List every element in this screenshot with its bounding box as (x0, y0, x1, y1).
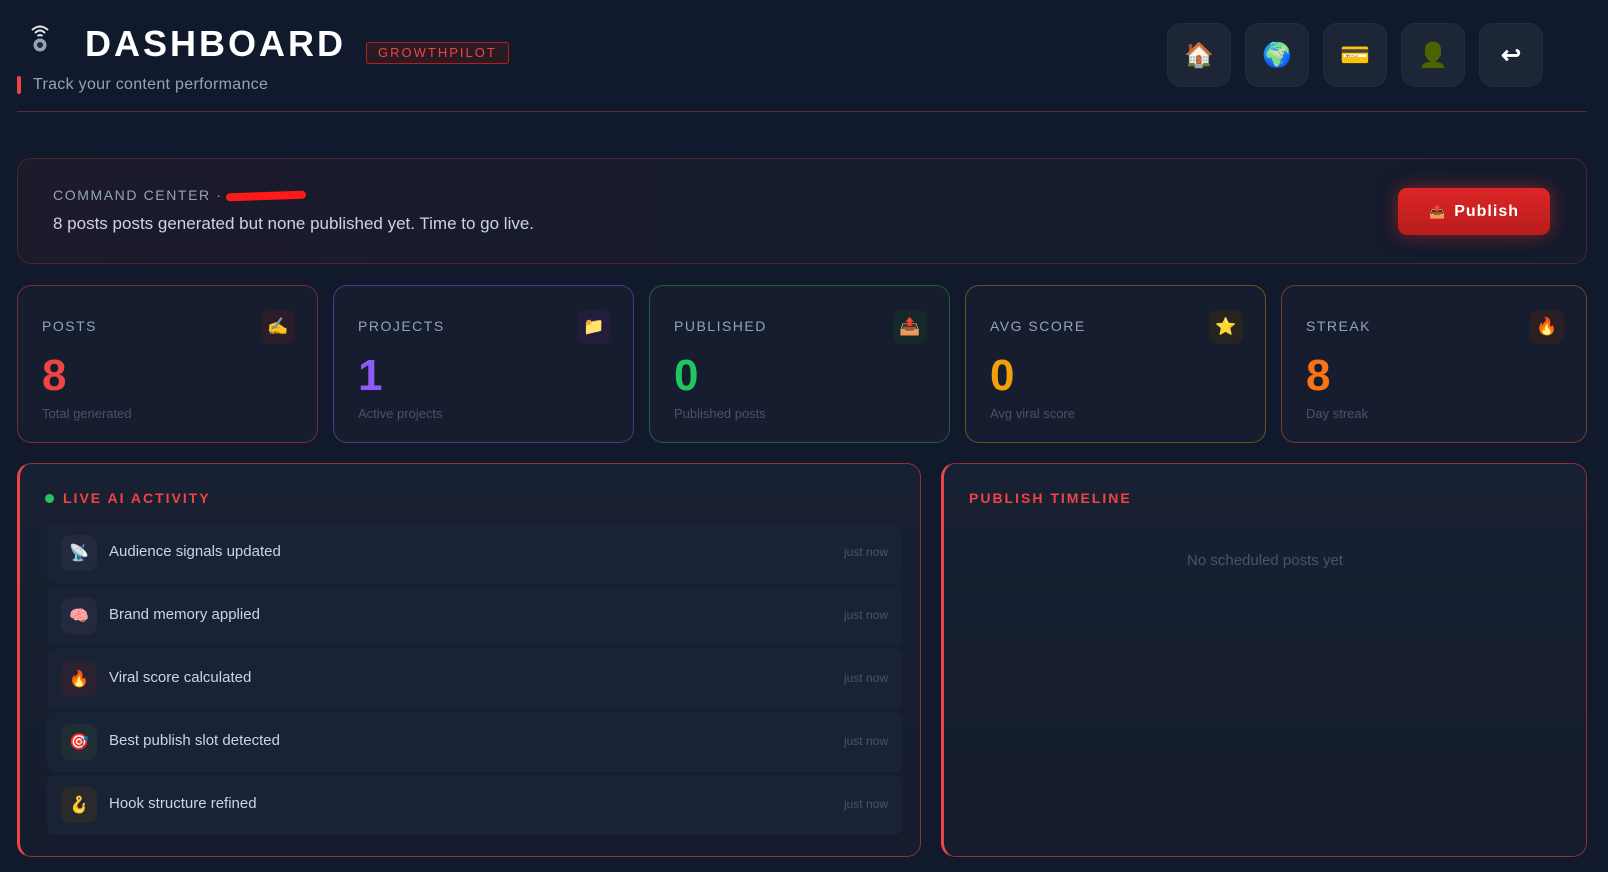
globe-button[interactable]: 🌍 (1245, 23, 1309, 87)
stat-value: 0 (674, 351, 699, 400)
activity-item: 🎯 Best publish slot detected just now (47, 712, 902, 772)
stat-caption: Active projects (358, 406, 443, 421)
stat-caption: Day streak (1306, 406, 1369, 421)
fire-icon: 🔥 (1530, 310, 1564, 344)
publish-button-label: Publish (1454, 202, 1519, 220)
command-center-label: COMMAND CENTER · (53, 187, 307, 203)
activity-item: 🪝 Hook structure refined just now (47, 775, 902, 835)
subtitle-accent-bar (17, 76, 21, 94)
target-icon: 🎯 (61, 724, 97, 760)
command-center-banner: COMMAND CENTER · 8 posts posts generated… (17, 158, 1587, 264)
stat-label: POSTS (42, 318, 97, 334)
page-header: DASHBOARD GROWTHPILOT Track your content… (17, 0, 1587, 112)
activity-item: 📡 Audience signals updated just now (47, 523, 902, 583)
folder-icon: 📁 (577, 310, 611, 344)
stat-value: 8 (42, 351, 67, 400)
stat-value: 0 (990, 351, 1015, 400)
activity-text: Viral score calculated (109, 669, 252, 686)
stat-caption: Total generated (42, 406, 132, 421)
stat-card-posts: POSTS ✍️ 8 Total generated (17, 285, 318, 443)
stat-caption: Avg viral score (990, 406, 1076, 421)
stat-card-published: PUBLISHED 📤 0 Published posts (649, 285, 950, 443)
stat-card-projects: PROJECTS 📁 1 Active projects (333, 285, 634, 443)
activity-time: just now (843, 671, 888, 685)
stat-value: 8 (1306, 351, 1331, 400)
activity-time: just now (843, 797, 888, 811)
fire-icon: 🔥 (61, 661, 97, 697)
stat-value: 1 (358, 351, 383, 400)
home-icon: 🏠 (1184, 41, 1214, 69)
live-ai-activity-panel: LIVE AI ACTIVITY 📡 Audience signals upda… (17, 463, 921, 857)
stat-caption: Published posts (674, 406, 766, 421)
live-indicator-dot (45, 494, 54, 503)
page-subtitle: Track your content performance (33, 76, 269, 93)
return-arrow-icon: ↩ (1500, 41, 1522, 69)
satellite-icon (27, 24, 53, 54)
stat-card-streak: STREAK 🔥 8 Day streak (1281, 285, 1587, 443)
publish-button[interactable]: 📤 Publish (1398, 188, 1550, 235)
outbox-icon: 📤 (1429, 203, 1447, 219)
page-title: DASHBOARD (85, 23, 346, 64)
logout-button[interactable]: ↩ (1479, 23, 1543, 87)
globe-icon: 🌍 (1262, 41, 1292, 69)
brand-badge: GROWTHPILOT (366, 42, 509, 64)
stat-label: STREAK (1306, 318, 1372, 334)
satellite-dish-icon: 📡 (61, 535, 97, 571)
outbox-icon: 📤 (893, 310, 927, 344)
writing-hand-icon: ✍️ (261, 310, 295, 344)
activity-time: just now (843, 608, 888, 622)
publish-timeline-panel: PUBLISH TIMELINE No scheduled posts yet (941, 463, 1587, 857)
activity-text: Brand memory applied (109, 606, 260, 623)
home-button[interactable]: 🏠 (1167, 23, 1231, 87)
stat-label: AVG SCORE (990, 318, 1086, 334)
user-icon: 👤 (1418, 41, 1448, 69)
activity-item: 🔥 Viral score calculated just now (47, 649, 902, 709)
credit-card-icon: 💳 (1340, 41, 1370, 69)
command-center-message: 8 posts posts generated but none publish… (53, 214, 535, 233)
brain-icon: 🧠 (61, 598, 97, 634)
activity-time: just now (843, 734, 888, 748)
profile-button[interactable]: 👤 (1401, 23, 1465, 87)
empty-state-message: No scheduled posts yet (1187, 552, 1343, 569)
command-center-label-text: COMMAND CENTER · (53, 187, 223, 203)
hook-icon: 🪝 (61, 787, 97, 823)
stat-card-avg-score: AVG SCORE ⭐ 0 Avg viral score (965, 285, 1266, 443)
redacted-username (226, 190, 307, 202)
activity-time: just now (843, 545, 888, 559)
activity-item: 🧠 Brand memory applied just now (47, 586, 902, 646)
panel-title: PUBLISH TIMELINE (969, 490, 1132, 506)
activity-text: Hook structure refined (109, 795, 257, 812)
stat-label: PROJECTS (358, 318, 445, 334)
star-icon: ⭐ (1209, 310, 1243, 344)
activity-text: Best publish slot detected (109, 732, 280, 749)
billing-button[interactable]: 💳 (1323, 23, 1387, 87)
stat-label: PUBLISHED (674, 318, 767, 334)
panel-title: LIVE AI ACTIVITY (63, 490, 211, 506)
activity-text: Audience signals updated (109, 543, 281, 560)
